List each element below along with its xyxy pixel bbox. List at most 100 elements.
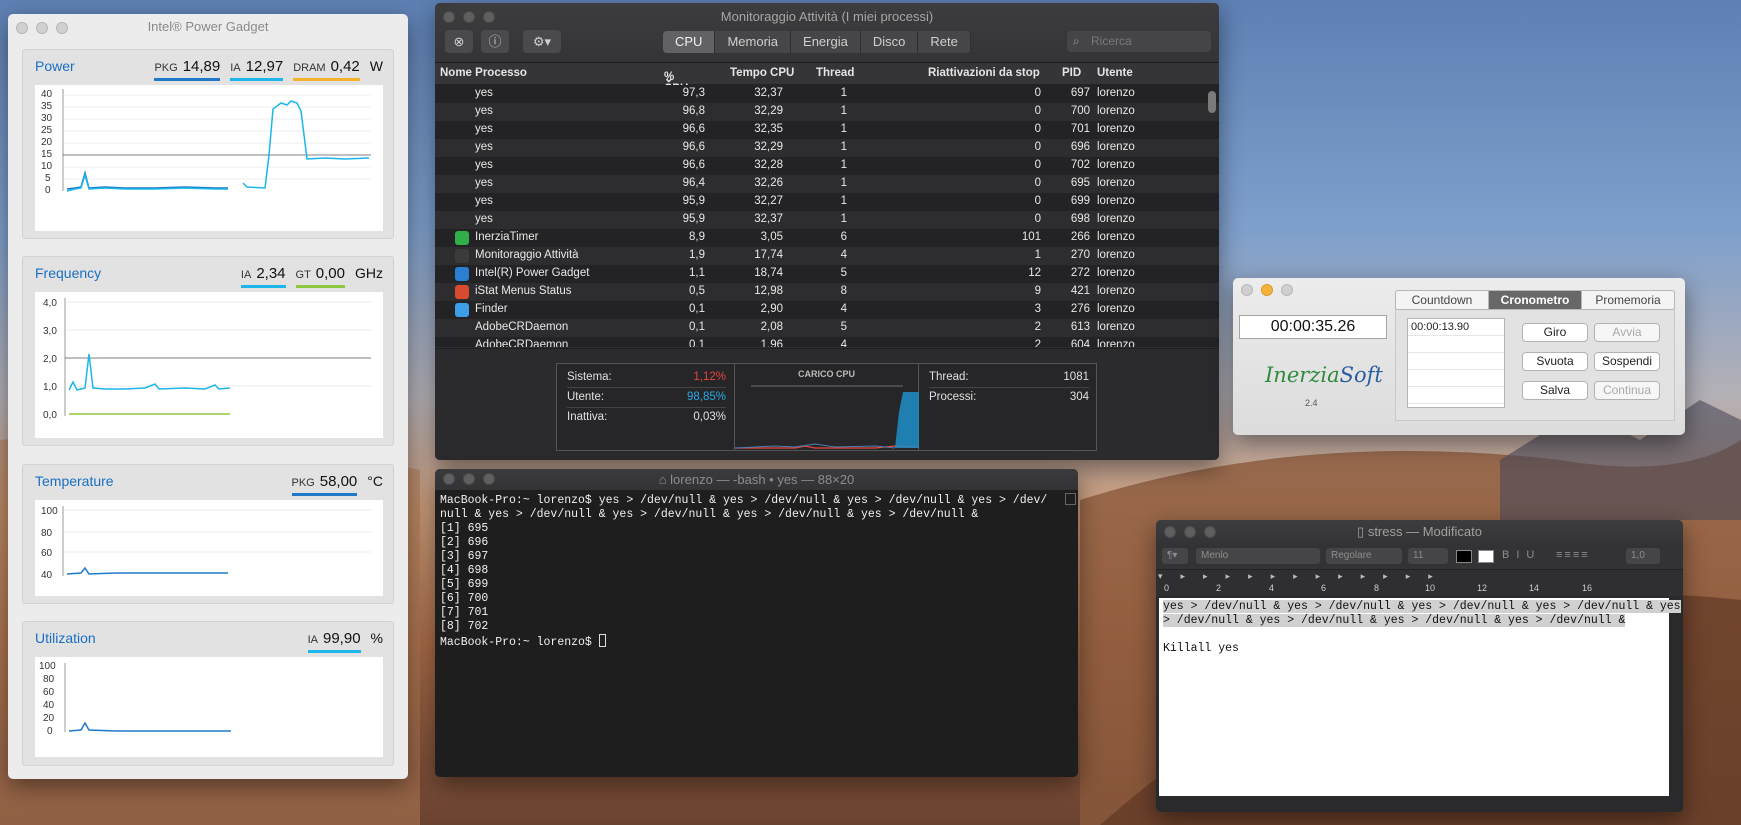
- metric-ia: IA 99,90: [307, 630, 361, 653]
- stop-process-button[interactable]: ⊗: [445, 30, 473, 53]
- col-pid[interactable]: PID: [1062, 67, 1081, 79]
- version-label: 2.4: [1305, 398, 1318, 408]
- col-utente[interactable]: Utente: [1097, 67, 1133, 79]
- minimize-button[interactable]: [36, 22, 48, 34]
- wakeups: 0: [1034, 195, 1041, 207]
- alignment-buttons[interactable]: ≡≡≡≡: [1556, 549, 1590, 561]
- sospendi-button[interactable]: Sospendi: [1594, 352, 1660, 371]
- table-row[interactable]: iStat Menus Status 0,5 12,98 8 9 421 lorenzo: [435, 283, 1219, 301]
- font-size-select[interactable]: 11: [1408, 548, 1448, 564]
- pid: 272: [1070, 267, 1090, 279]
- tab-countdown[interactable]: Countdown: [1396, 291, 1489, 309]
- terminal-scroll-indicator[interactable]: [1065, 493, 1076, 505]
- col-nome-processo[interactable]: Nome Processo: [440, 67, 527, 79]
- terminal-prompt-line[interactable]: MacBook-Pro:~ lorenzo$: [440, 634, 1073, 649]
- terminal-output[interactable]: MacBook-Pro:~ lorenzo$ yes > /dev/null &…: [435, 490, 1078, 652]
- close-button[interactable]: [1241, 284, 1253, 296]
- table-row[interactable]: yes 96,4 32,26 1 0 695 lorenzo: [435, 175, 1219, 193]
- tab-stops[interactable]: ▾▸▸▸▸▸▸▸▸▸▸▸▸: [1158, 571, 1451, 582]
- metric-ia: IA 12,97: [230, 58, 284, 81]
- cpu-load-chart: CARICO CPU: [735, 364, 919, 450]
- activity-toolbar: Monitoraggio Attività (I miei processi) …: [435, 3, 1219, 63]
- salva-button[interactable]: Salva: [1522, 381, 1588, 400]
- col-tempo-cpu[interactable]: Tempo CPU: [730, 67, 794, 79]
- table-row[interactable]: yes 95,9 32,37 1 0 698 lorenzo: [435, 211, 1219, 229]
- table-row[interactable]: yes 96,6 32,28 1 0 702 lorenzo: [435, 157, 1219, 175]
- table-row[interactable]: Intel(R) Power Gadget 1,1 18,74 5 12 272 loren…: [435, 265, 1219, 283]
- metric-ia: IA 2,34: [240, 265, 286, 288]
- bold-italic-underline-buttons[interactable]: BIU: [1502, 549, 1541, 561]
- istat-icon: [455, 285, 469, 299]
- paragraph-style-select[interactable]: ¶▾: [1162, 548, 1188, 564]
- pid: 702: [1070, 159, 1090, 171]
- y-tick: 30: [41, 113, 53, 124]
- wakeups: 1: [1034, 249, 1041, 261]
- table-row[interactable]: Finder 0,1 2,90 4 3 276 lorenzo: [435, 301, 1219, 319]
- process-name: yes: [475, 105, 493, 117]
- power-gadget-window: Intel® Power Gadget Power PKG 14,89 IA 12,…: [8, 14, 408, 779]
- lap-list[interactable]: 00:00:13.90: [1407, 318, 1505, 408]
- info-button[interactable]: ⓘ: [481, 30, 509, 53]
- avvia-button[interactable]: Avvia: [1594, 323, 1660, 342]
- close-button[interactable]: [16, 22, 28, 34]
- cpu-time: 12,98: [754, 285, 783, 297]
- document-text-area[interactable]: yes > /dev/null & yes > /dev/null & yes …: [1159, 598, 1681, 796]
- text-color-swatch[interactable]: [1456, 550, 1472, 563]
- list-item: [1408, 387, 1504, 404]
- table-row[interactable]: InerziaTimer 8,9 3,05 6 101 266 lorenzo: [435, 229, 1219, 247]
- info-icon: ⓘ: [488, 34, 502, 49]
- svuota-button[interactable]: Svuota: [1522, 352, 1588, 371]
- zoom-button[interactable]: [56, 22, 68, 34]
- tab-cronometro[interactable]: Cronometro: [1489, 291, 1582, 309]
- ruler-label: 2: [1216, 583, 1222, 593]
- text-line: Killall yes: [1163, 642, 1239, 655]
- pid: 701: [1070, 123, 1090, 135]
- action-menu-button[interactable]: ⚙▾: [523, 30, 561, 53]
- cpu-time: 3,05: [760, 231, 783, 243]
- ruler-label: 0: [1164, 583, 1170, 593]
- tab-rete[interactable]: Rete: [918, 31, 971, 53]
- col-riattivazioni[interactable]: Riattivazioni da stop: [928, 67, 1040, 79]
- pid: 699: [1070, 195, 1090, 207]
- terminal-line: [4] 698: [440, 564, 489, 577]
- terminal-line: null & yes > /dev/null & yes > /dev/null…: [440, 508, 979, 521]
- tab-disco[interactable]: Disco: [861, 31, 919, 53]
- window-title: Monitoraggio Attività (I miei processi): [720, 9, 934, 24]
- giro-button[interactable]: Giro: [1522, 323, 1588, 342]
- table-row[interactable]: AdobeCRDaemon 0,1 1,96 4 2 604 lorenzo: [435, 337, 1219, 347]
- font-family-select[interactable]: Menlo: [1196, 548, 1320, 564]
- process-name: Finder: [475, 303, 508, 315]
- ruler[interactable]: ▾▸▸▸▸▸▸▸▸▸▸▸▸ 0 2 4 6 8 10 12 14 16: [1156, 570, 1683, 596]
- line-spacing-select[interactable]: 1,0: [1626, 548, 1660, 564]
- zoom-button[interactable]: [1281, 284, 1293, 296]
- continua-button[interactable]: Continua: [1594, 381, 1660, 400]
- table-row[interactable]: yes 96,6 32,29 1 0 696 lorenzo: [435, 139, 1219, 157]
- wakeups: 2: [1034, 339, 1041, 347]
- temperature-unit: °C: [367, 473, 383, 489]
- tab-cpu[interactable]: CPU: [663, 31, 716, 53]
- table-row[interactable]: yes 97,3 32,37 1 0 697 lorenzo: [435, 85, 1219, 103]
- highlight-color-swatch[interactable]: [1478, 550, 1494, 563]
- table-row[interactable]: yes 96,6 32,35 1 0 701 lorenzo: [435, 121, 1219, 139]
- process-name: yes: [475, 123, 493, 135]
- list-item: [1408, 370, 1504, 387]
- finder-icon: [455, 303, 469, 317]
- table-row[interactable]: AdobeCRDaemon 0,1 2,08 5 2 613 lorenzo: [435, 319, 1219, 337]
- table-scrollbar[interactable]: [1208, 91, 1216, 113]
- col-thread[interactable]: Thread: [816, 67, 854, 79]
- tab-memoria[interactable]: Memoria: [715, 31, 792, 53]
- font-style-select[interactable]: Regolare: [1326, 548, 1402, 564]
- process-name: InerziaTimer: [475, 231, 539, 243]
- thread-count: 6: [840, 231, 847, 243]
- cpu-time: 32,28: [754, 159, 783, 171]
- minimize-button[interactable]: [1261, 284, 1273, 296]
- table-row[interactable]: yes 96,8 32,29 1 0 700 lorenzo: [435, 103, 1219, 121]
- search-input[interactable]: ⌕ Ricerca: [1067, 31, 1211, 52]
- ruler-label: 14: [1529, 583, 1540, 593]
- pkg-series: [66, 170, 228, 190]
- tab-energia[interactable]: Energia: [791, 31, 861, 53]
- tab-promemoria[interactable]: Promemoria: [1582, 291, 1674, 309]
- terminal-line: MacBook-Pro:~ lorenzo$ yes > /dev/null &…: [440, 494, 1048, 507]
- table-row[interactable]: yes 95,9 32,27 1 0 699 lorenzo: [435, 193, 1219, 211]
- table-row[interactable]: Monitoraggio Attività 1,9 17,74 4 1 270 lorenz…: [435, 247, 1219, 265]
